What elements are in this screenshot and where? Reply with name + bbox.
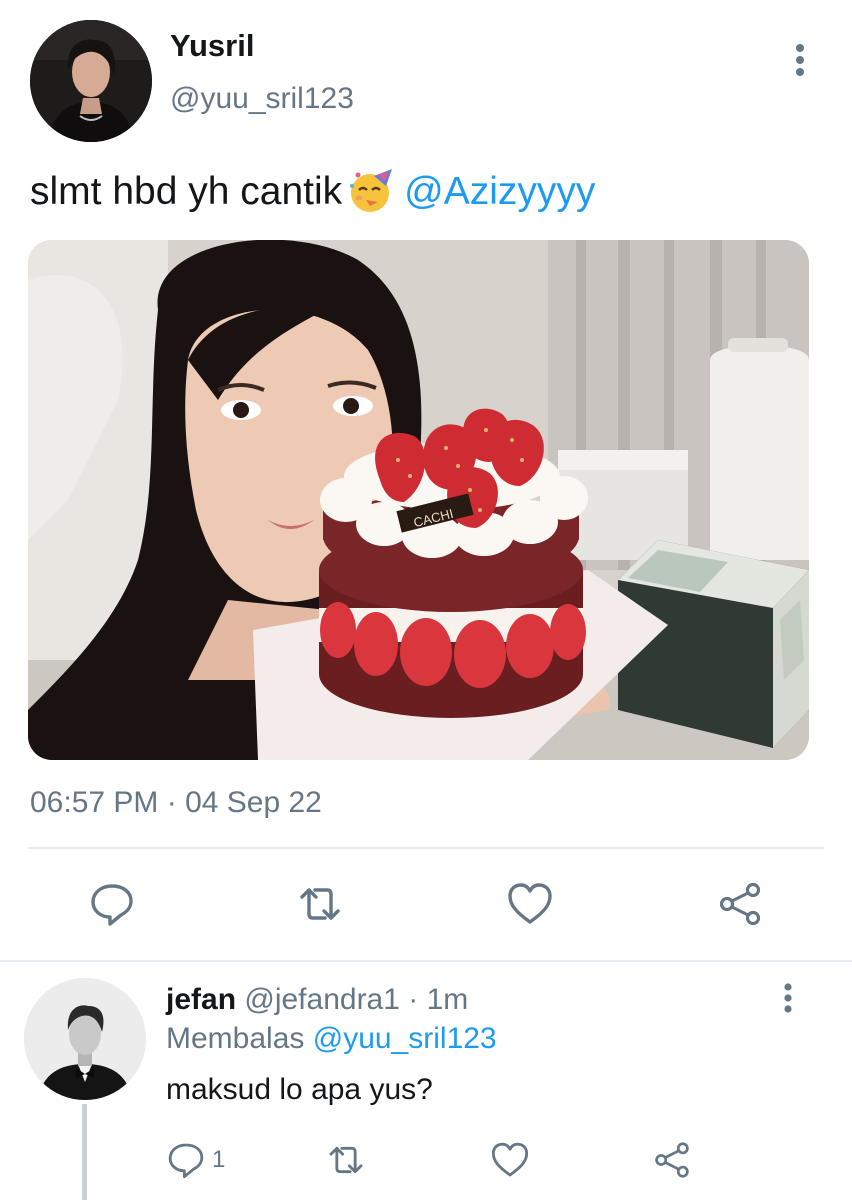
reply-header: jefan @jefandra1 · 1m (166, 983, 468, 1017)
replying-to: Membalas @yuu_sril123 (166, 1022, 497, 1056)
replying-to-label: Membalas (166, 1022, 305, 1055)
more-vertical-icon[interactable] (784, 40, 816, 80)
reply-button[interactable] (88, 880, 136, 928)
reply-author-avatar[interactable] (24, 978, 146, 1100)
share-button[interactable] (716, 880, 764, 928)
tweet-timestamp[interactable]: 06:57 PM · 04 Sep 22 (30, 786, 322, 820)
replying-to-handle[interactable]: @yuu_sril123 (313, 1022, 497, 1055)
tweet-text: slmt hbd yh cantik @Azizyyyy (30, 166, 595, 214)
author-avatar[interactable] (30, 20, 152, 142)
author-handle[interactable]: @yuu_sril123 (170, 82, 354, 116)
like-button[interactable] (506, 880, 554, 928)
reply-share-button[interactable] (652, 1140, 692, 1180)
reply-retweet-button[interactable] (326, 1140, 366, 1180)
author-name[interactable]: Yusril (170, 28, 254, 64)
comment-icon (168, 1143, 204, 1179)
tweet-photo[interactable]: CACHI CACHI (28, 240, 809, 760)
reply-author-name[interactable]: jefan (166, 983, 236, 1016)
share-icon (655, 1142, 689, 1178)
reply-time: · 1m (408, 983, 469, 1016)
retweet-button[interactable] (296, 880, 344, 928)
more-vertical-icon[interactable] (774, 980, 802, 1016)
retweet-icon (329, 1146, 363, 1174)
reply-count: 1 (212, 1146, 226, 1173)
thread-line (82, 1104, 87, 1200)
divider (0, 960, 852, 962)
divider (28, 847, 824, 849)
reply-like-button[interactable] (490, 1140, 530, 1180)
comment-icon (91, 884, 133, 926)
heart-icon (508, 883, 552, 924)
retweet-icon (300, 888, 340, 920)
reply-reply-button[interactable] (166, 1140, 206, 1180)
heart-icon (491, 1142, 529, 1177)
tweet-body: slmt hbd yh cantik (30, 170, 343, 213)
mention-link[interactable]: @Azizyyyy (404, 170, 595, 213)
share-icon (719, 882, 761, 926)
partying-face-icon (348, 166, 396, 214)
reply-text: maksud lo apa yus? (166, 1073, 433, 1106)
reply-author-handle[interactable]: @jefandra1 (244, 983, 400, 1016)
